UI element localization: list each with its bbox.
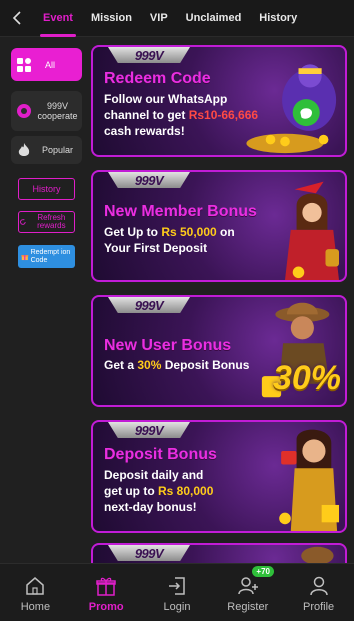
tab-unclaimed[interactable]: Unclaimed: [177, 0, 251, 37]
redemption-code-label: Redempt ion Code: [30, 248, 71, 264]
back-button[interactable]: [0, 0, 34, 37]
promo-card-new-user-bonus[interactable]: 999V New User Bonus Get a 30% Deposit Bo…: [91, 295, 347, 407]
promo-page: Event Mission VIP Unclaimed History All …: [0, 0, 354, 621]
chevron-left-icon: [12, 11, 21, 25]
card-title: New User Bonus: [104, 337, 232, 354]
tab-history[interactable]: History: [250, 0, 306, 37]
card-line: channel to get Rs10-66,666: [104, 108, 259, 122]
flame-icon: [15, 141, 33, 159]
card-logo-999v: 999V: [108, 545, 190, 561]
nav-promo[interactable]: Promo: [71, 564, 142, 621]
nav-profile[interactable]: Profile: [283, 564, 354, 621]
brand-logo-icon: [15, 102, 33, 120]
nav-home[interactable]: Home: [0, 564, 71, 621]
profile-icon: [309, 576, 328, 596]
redemption-code-button[interactable]: Redempt ion Code: [18, 245, 75, 268]
aviator-woman-illustration: [285, 181, 339, 280]
card-body: Get a 30% Deposit Bonus: [104, 357, 249, 373]
nav-login-label: Login: [163, 601, 191, 613]
top-tab-bar: Event Mission VIP Unclaimed History: [0, 0, 354, 37]
nav-register[interactable]: +70 Register: [212, 564, 283, 621]
tab-event[interactable]: Event: [34, 0, 82, 37]
card-line: Your First Deposit: [104, 241, 208, 255]
card-line: get up to Rs 80,000: [104, 484, 214, 498]
promo-card-redeem-code[interactable]: 999V Redeem Code Follow our WhatsApp cha…: [91, 45, 347, 157]
card-line: Follow our WhatsApp: [104, 92, 228, 106]
card-title: Deposit Bonus: [104, 446, 217, 463]
nav-promo-label: Promo: [88, 601, 124, 613]
register-icon: [238, 577, 258, 595]
card-logo-999v: 999V: [108, 297, 190, 313]
category-popular[interactable]: Popular: [11, 136, 82, 164]
gift-icon: [21, 254, 29, 260]
category-999v-cooperate[interactable]: 999V cooperate: [11, 91, 82, 131]
nav-home-label: Home: [20, 601, 51, 613]
tab-mission[interactable]: Mission: [82, 0, 141, 37]
home-icon: [26, 577, 45, 595]
promo-card-new-member-bonus[interactable]: 999V New Member Bonus Get Up to Rs 50,00…: [91, 170, 347, 282]
category-all-label: All: [45, 59, 56, 70]
category-999v-label: 999V cooperate: [37, 101, 78, 121]
card-line: Get a 30% Deposit Bonus: [104, 358, 250, 372]
card-body: Deposit daily and get up to Rs 80,000 ne…: [104, 467, 213, 515]
category-popular-label: Popular: [41, 145, 74, 155]
percent-badge: 30%: [272, 359, 341, 397]
card-logo-999v: 999V: [108, 47, 190, 63]
refresh-rewards-label: Refresh rewards: [37, 213, 66, 230]
refresh-rewards-button[interactable]: Refresh rewards: [18, 211, 75, 233]
history-button[interactable]: History: [18, 178, 75, 200]
card-body: Get Up to Rs 50,000 on Your First Deposi…: [104, 224, 235, 256]
nav-login[interactable]: Login: [142, 564, 213, 621]
category-sidebar: All 999V cooperate Popular History Refre…: [0, 38, 88, 563]
bottom-navigation: Home Promo Login +70 Register Profile: [0, 563, 354, 621]
register-bonus-badge: +70: [252, 566, 274, 577]
card-title: New Member Bonus: [104, 203, 257, 220]
nav-register-label: Register: [227, 601, 269, 613]
card-line: next-day bonus!: [104, 500, 197, 514]
card-logo-999v: 999V: [108, 422, 190, 438]
grid-icon: [15, 56, 33, 74]
gift-icon: [96, 577, 116, 596]
tab-vip[interactable]: VIP: [141, 0, 177, 37]
card-line: Get Up to Rs 50,000 on: [104, 225, 235, 239]
card-line: cash rewards!: [104, 124, 185, 138]
woman-with-gifts-illustration: [279, 429, 340, 531]
card-line: Deposit daily and: [104, 468, 204, 482]
login-icon: [168, 577, 185, 595]
category-all[interactable]: All: [11, 48, 82, 81]
nav-profile-label: Profile: [302, 601, 335, 613]
card-title: Redeem Code: [104, 70, 211, 87]
card-logo-999v: 999V: [108, 172, 190, 188]
refresh-icon: [20, 219, 26, 225]
card-body: Follow our WhatsApp channel to get Rs10-…: [104, 91, 258, 139]
promo-card-deposit-bonus[interactable]: 999V Deposit Bonus Deposit daily and get…: [91, 420, 347, 533]
